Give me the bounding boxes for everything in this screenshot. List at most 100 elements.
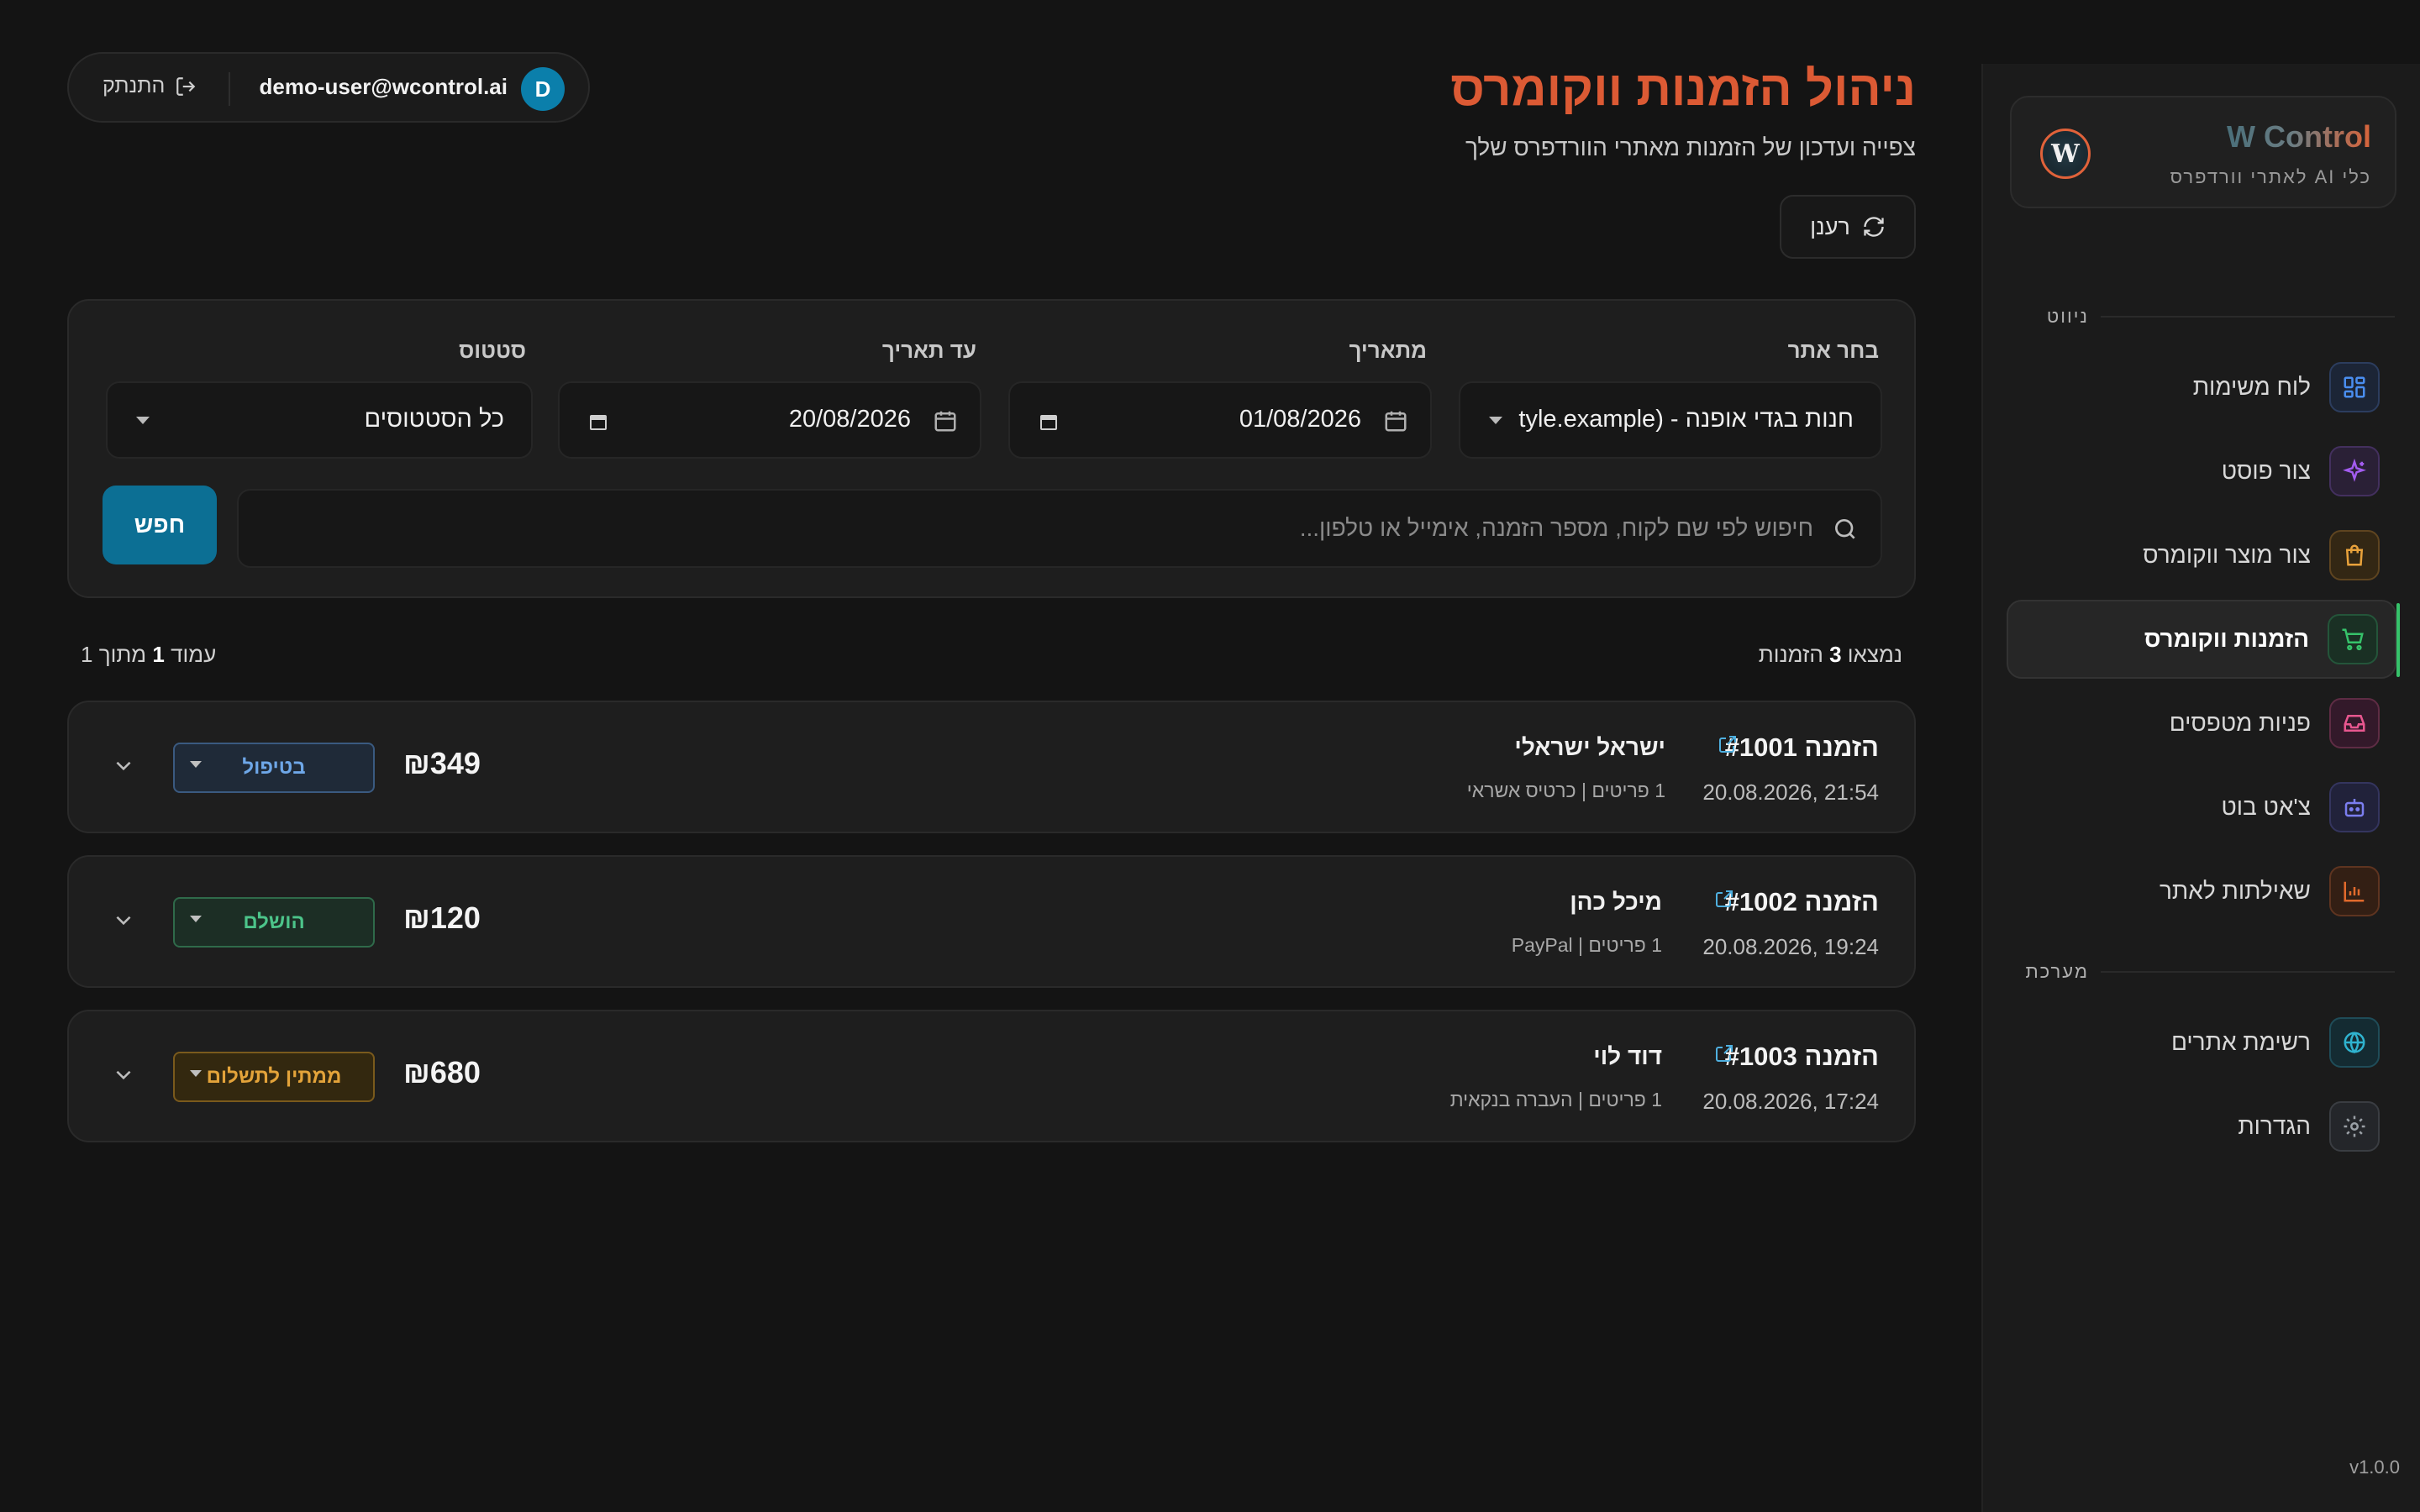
sidebar-item-label: רשימת אתרים — [2170, 1029, 2311, 1055]
to-date-input[interactable]: 20/08/2026 — [558, 381, 981, 459]
order-status-select[interactable]: בטיפול — [173, 743, 375, 793]
sidebar-item-create-product[interactable]: צור מוצר ווקומרס — [2007, 516, 2396, 595]
order-number: הזמנה #1003 — [1724, 1042, 1879, 1071]
dropdown-caret-icon — [190, 761, 202, 768]
order-total: ₪349 — [403, 746, 481, 780]
user-menu: D demo-user@wcontrol.ai התנתק — [67, 52, 590, 123]
order-date: 20.08.2026, 19:24 — [1702, 934, 1879, 959]
chevron-down-icon[interactable] — [113, 1063, 134, 1085]
order-total: ₪120 — [403, 900, 481, 935]
logout-label: התנתק — [103, 74, 166, 97]
order-row[interactable]: הזמנה #1001 20.08.2026, 21:54 ישראל ישרא… — [67, 701, 1916, 833]
status-select-value: כל הסטטוסים — [364, 406, 505, 433]
sidebar-item-label: הזמנות ווקומרס — [2144, 626, 2309, 652]
dashboard-grid-icon — [2329, 362, 2380, 412]
search-button[interactable]: חפש — [103, 486, 217, 564]
search-input[interactable]: חיפוש לפי שם לקוח, מספר הזמנה, אימייל או… — [237, 489, 1882, 568]
order-total: ₪680 — [403, 1055, 481, 1089]
order-meta: 1 פריטים | כרטיס אשראי — [1466, 780, 1665, 801]
logout-icon — [176, 76, 196, 96]
to-date-value: 20/08/2026 — [788, 406, 911, 433]
sidebar-item-label: פניות מטפסים — [2169, 710, 2311, 736]
bar-chart-icon — [2329, 866, 2380, 916]
sidebar-item-dashboard[interactable]: לוח משימות — [2007, 348, 2396, 427]
shopping-bag-icon — [2329, 530, 2380, 580]
sidebar: W W Control כלי AI לאתרי וורדפרס ניווט ל… — [1981, 64, 2420, 1512]
order-row[interactable]: הזמנה #1003 20.08.2026, 17:24 דוד לוי 1 … — [67, 1010, 1916, 1142]
avatar[interactable]: D — [521, 67, 565, 111]
from-date-input[interactable]: 01/08/2026 — [1008, 381, 1432, 459]
inbox-icon — [2329, 698, 2380, 748]
from-date-value: 01/08/2026 — [1239, 406, 1361, 433]
page-subtitle: צפייה ועדכון של הזמנות מאתרי הוורדפרס של… — [1465, 134, 1916, 160]
gear-icon — [2329, 1101, 2380, 1152]
order-status-select[interactable]: ממתין לתשלום — [173, 1052, 375, 1102]
site-filter-label: בחר אתר — [1787, 338, 1879, 363]
from-date-label: מתאריך — [1349, 338, 1427, 363]
calendar-icon — [1385, 411, 1407, 432]
brand-subtitle: כלי AI לאתרי וורדפרס — [2170, 166, 2371, 187]
page-title: ניהול הזמנות ווקומרס — [1450, 61, 1916, 116]
site-select[interactable]: חנות בגדי אופנה - (tyle.example — [1459, 381, 1882, 459]
order-date: 20.08.2026, 21:54 — [1702, 780, 1879, 805]
bot-icon — [2329, 782, 2380, 832]
dropdown-caret-icon — [136, 417, 150, 424]
order-date: 20.08.2026, 17:24 — [1702, 1089, 1879, 1114]
results-count: נמצאו 3 הזמנות — [1758, 642, 1902, 667]
app-version: v1.0.0 — [2349, 1457, 2400, 1478]
order-status-label: ממתין לתשלום — [206, 1065, 342, 1088]
sidebar-item-chatbot[interactable]: צ'אט בוט — [2007, 768, 2396, 847]
refresh-icon — [1864, 217, 1884, 237]
sidebar-item-create-post[interactable]: צור פוסט — [2007, 432, 2396, 511]
globe-icon — [2329, 1017, 2380, 1068]
user-email: demo-user@wcontrol.ai — [259, 74, 508, 99]
logout-button[interactable]: התנתק — [103, 74, 197, 98]
date-picker-icon[interactable] — [588, 412, 608, 432]
order-row[interactable]: הזמנה #1002 20.08.2026, 19:24 מיכל כהן 1… — [67, 855, 1916, 988]
dropdown-caret-icon — [190, 916, 202, 922]
status-filter-label: סטטוס — [459, 338, 526, 363]
shopping-cart-icon — [2328, 614, 2378, 664]
brand-card[interactable]: W W Control כלי AI לאתרי וורדפרס — [2010, 96, 2396, 208]
to-date-label: עד תאריך — [881, 338, 976, 363]
active-indicator — [2396, 603, 2400, 677]
refresh-button[interactable]: רענן — [1780, 195, 1916, 259]
sparkles-icon — [2329, 446, 2380, 496]
chevron-down-icon[interactable] — [113, 909, 134, 931]
sidebar-item-site-queries[interactable]: שאילתות לאתר — [2007, 852, 2396, 931]
dropdown-caret-icon — [190, 1070, 202, 1077]
status-select[interactable]: כל הסטטוסים — [106, 381, 533, 459]
order-status-label: הושלם — [243, 911, 305, 933]
system-section-label: מערכת — [2025, 961, 2395, 983]
order-meta: 1 פריטים | העברה בנקאית — [1449, 1089, 1662, 1110]
search-placeholder: חיפוש לפי שם לקוח, מספר הזמנה, אימייל או… — [1299, 515, 1813, 541]
external-link-icon[interactable] — [1714, 1043, 1734, 1063]
sidebar-item-sites-list[interactable]: רשימת אתרים — [2007, 1003, 2396, 1082]
dropdown-caret-icon — [1489, 417, 1502, 424]
external-link-icon[interactable] — [1714, 889, 1734, 909]
date-picker-icon[interactable] — [1039, 412, 1059, 432]
page-indicator: עמוד 1 מתוך 1 — [81, 642, 217, 667]
sidebar-item-label: לוח משימות — [2192, 374, 2311, 400]
sidebar-item-label: צ'אט בוט — [2221, 794, 2311, 820]
external-link-icon[interactable] — [1718, 734, 1738, 754]
search-icon — [1835, 519, 1855, 539]
order-status-select[interactable]: הושלם — [173, 897, 375, 948]
brand-title: W Control — [2227, 119, 2371, 154]
brand-logo: W — [2040, 129, 2091, 179]
sidebar-item-label: הגדרות — [2238, 1113, 2311, 1139]
sidebar-item-label: שאילתות לאתר — [2159, 878, 2311, 904]
divider — [229, 72, 230, 106]
nav-section-label: ניווט — [2047, 306, 2395, 328]
sidebar-item-woo-orders[interactable]: הזמנות ווקומרס — [2007, 600, 2400, 679]
customer-name: מיכל כהן — [1570, 889, 1662, 915]
filters-panel: בחר אתר מתאריך עד תאריך סטטוס חנות בגדי … — [67, 299, 1916, 598]
sidebar-item-form-submissions[interactable]: פניות מטפסים — [2007, 684, 2396, 763]
sidebar-item-label: צור פוסט — [2221, 458, 2311, 484]
sidebar-item-settings[interactable]: הגדרות — [2007, 1087, 2396, 1166]
order-number: הזמנה #1001 — [1724, 732, 1879, 762]
customer-name: דוד לוי — [1593, 1043, 1662, 1069]
refresh-label: רענן — [1810, 213, 1850, 239]
order-number: הזמנה #1002 — [1724, 887, 1879, 916]
chevron-down-icon[interactable] — [113, 754, 134, 776]
